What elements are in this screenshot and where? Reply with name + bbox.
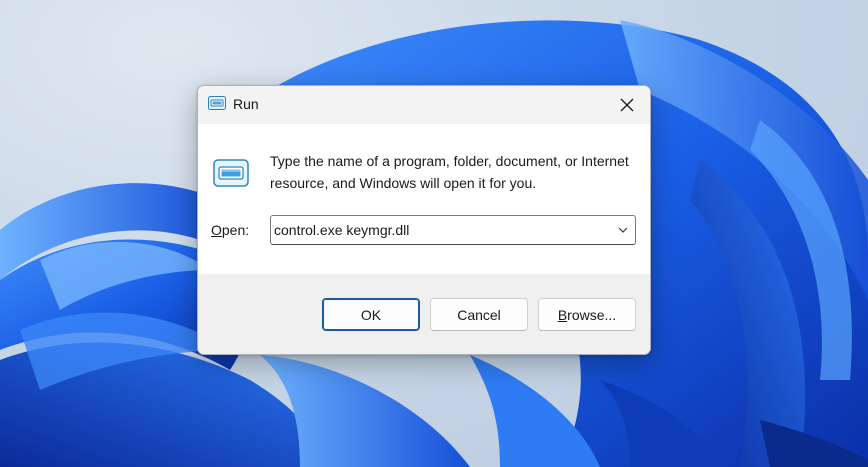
open-combobox[interactable] xyxy=(270,215,636,245)
browse-button-label: Browse... xyxy=(557,306,617,323)
browse-button[interactable]: Browse... xyxy=(538,298,636,331)
window-title: Run xyxy=(233,96,259,112)
dialog-body: Type the name of a program, folder, docu… xyxy=(198,124,650,274)
run-dialog: Run Type the name of a program, folder, … xyxy=(197,85,651,355)
close-button[interactable] xyxy=(604,86,650,124)
ok-button[interactable]: OK xyxy=(322,298,420,331)
dialog-footer: OK Cancel Browse... xyxy=(198,274,650,354)
close-icon xyxy=(620,98,634,112)
open-label: Open: xyxy=(211,222,250,238)
cancel-button[interactable]: Cancel xyxy=(430,298,528,331)
run-icon xyxy=(213,159,249,187)
dialog-description: Type the name of a program, folder, docu… xyxy=(270,153,629,191)
chevron-down-icon[interactable] xyxy=(617,224,629,236)
run-icon xyxy=(208,96,226,110)
command-input[interactable] xyxy=(271,217,601,243)
title-bar[interactable]: Run xyxy=(198,86,650,124)
